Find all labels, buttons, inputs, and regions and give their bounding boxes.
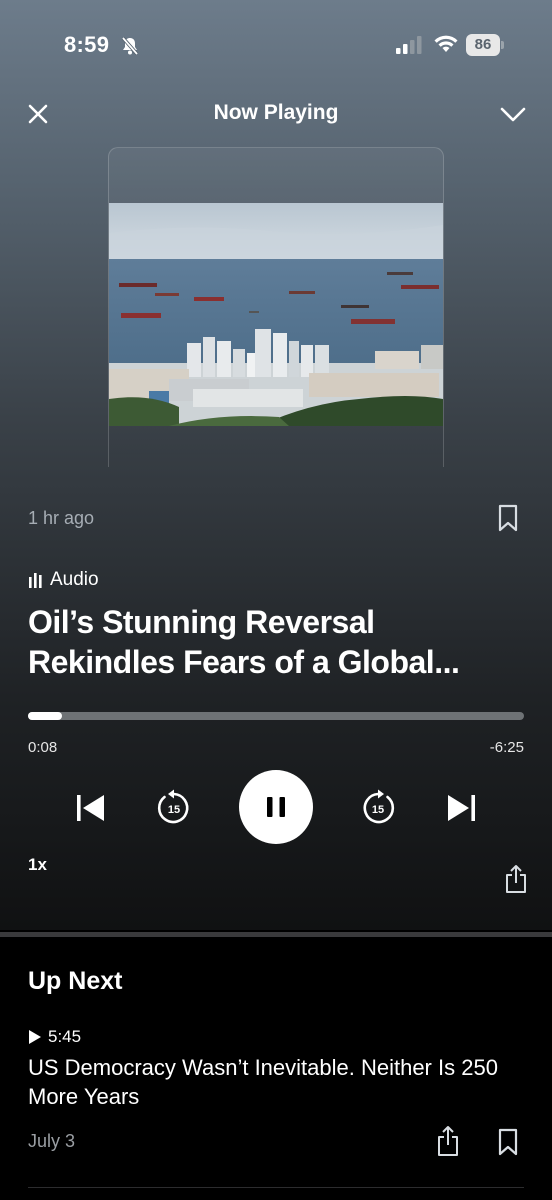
media-type-text: Audio <box>50 569 99 590</box>
up-next-duration: 5:45 <box>48 1027 82 1046</box>
pause-button[interactable] <box>239 770 313 844</box>
up-next-play-button[interactable]: 5:45 <box>28 1027 81 1047</box>
playback-speed-button[interactable]: 1x <box>28 855 47 875</box>
chevron-down-icon[interactable] <box>498 100 528 128</box>
episode-title: Oil’s Stunning Reversal Rekindles Fears … <box>28 604 460 680</box>
now-playing-panel: 8:59 86 Now Playing 1 hr ago Audio Oil’s… <box>0 0 552 930</box>
status-time: 8:59 <box>64 32 110 57</box>
forward-15-icon[interactable]: 15 <box>358 788 398 828</box>
bookmark-icon[interactable] <box>496 1128 520 1156</box>
wifi-icon <box>434 35 458 52</box>
page-title: Now Playing <box>213 101 339 124</box>
forward-seconds: 15 <box>372 804 384 816</box>
audio-bars-icon <box>29 573 42 588</box>
share-icon[interactable] <box>436 1125 460 1157</box>
section-divider <box>0 932 552 937</box>
elapsed-time: 0:08 <box>28 739 58 756</box>
pause-icon <box>267 797 285 817</box>
share-icon[interactable] <box>504 864 528 894</box>
status-bar: 8:59 86 <box>0 0 552 92</box>
battery-level: 86 <box>466 34 500 56</box>
episode-artwork <box>109 203 443 426</box>
bookmark-icon[interactable] <box>496 504 520 532</box>
progress-fill <box>28 712 62 720</box>
media-type-label: Audio <box>28 569 99 591</box>
rewind-seconds: 15 <box>168 804 180 816</box>
rewind-15-icon[interactable]: 15 <box>154 788 194 828</box>
skip-previous-icon[interactable] <box>72 789 110 827</box>
bell-slash-icon <box>121 36 139 56</box>
skip-next-icon[interactable] <box>442 789 480 827</box>
published-time: 1 hr ago <box>28 508 95 528</box>
signal-icon <box>396 36 422 54</box>
list-divider <box>28 1187 524 1188</box>
progress-slider[interactable] <box>28 712 524 720</box>
up-next-heading: Up Next <box>28 967 123 995</box>
play-icon <box>29 1030 41 1044</box>
up-next-date: July 3 <box>28 1131 76 1151</box>
up-next-headline[interactable]: US Democracy Wasn’t Inevitable. Neither … <box>28 1053 528 1111</box>
remaining-time: -6:25 <box>489 739 524 756</box>
battery-icon: 86 <box>466 34 504 56</box>
battery-tip <box>501 41 504 49</box>
